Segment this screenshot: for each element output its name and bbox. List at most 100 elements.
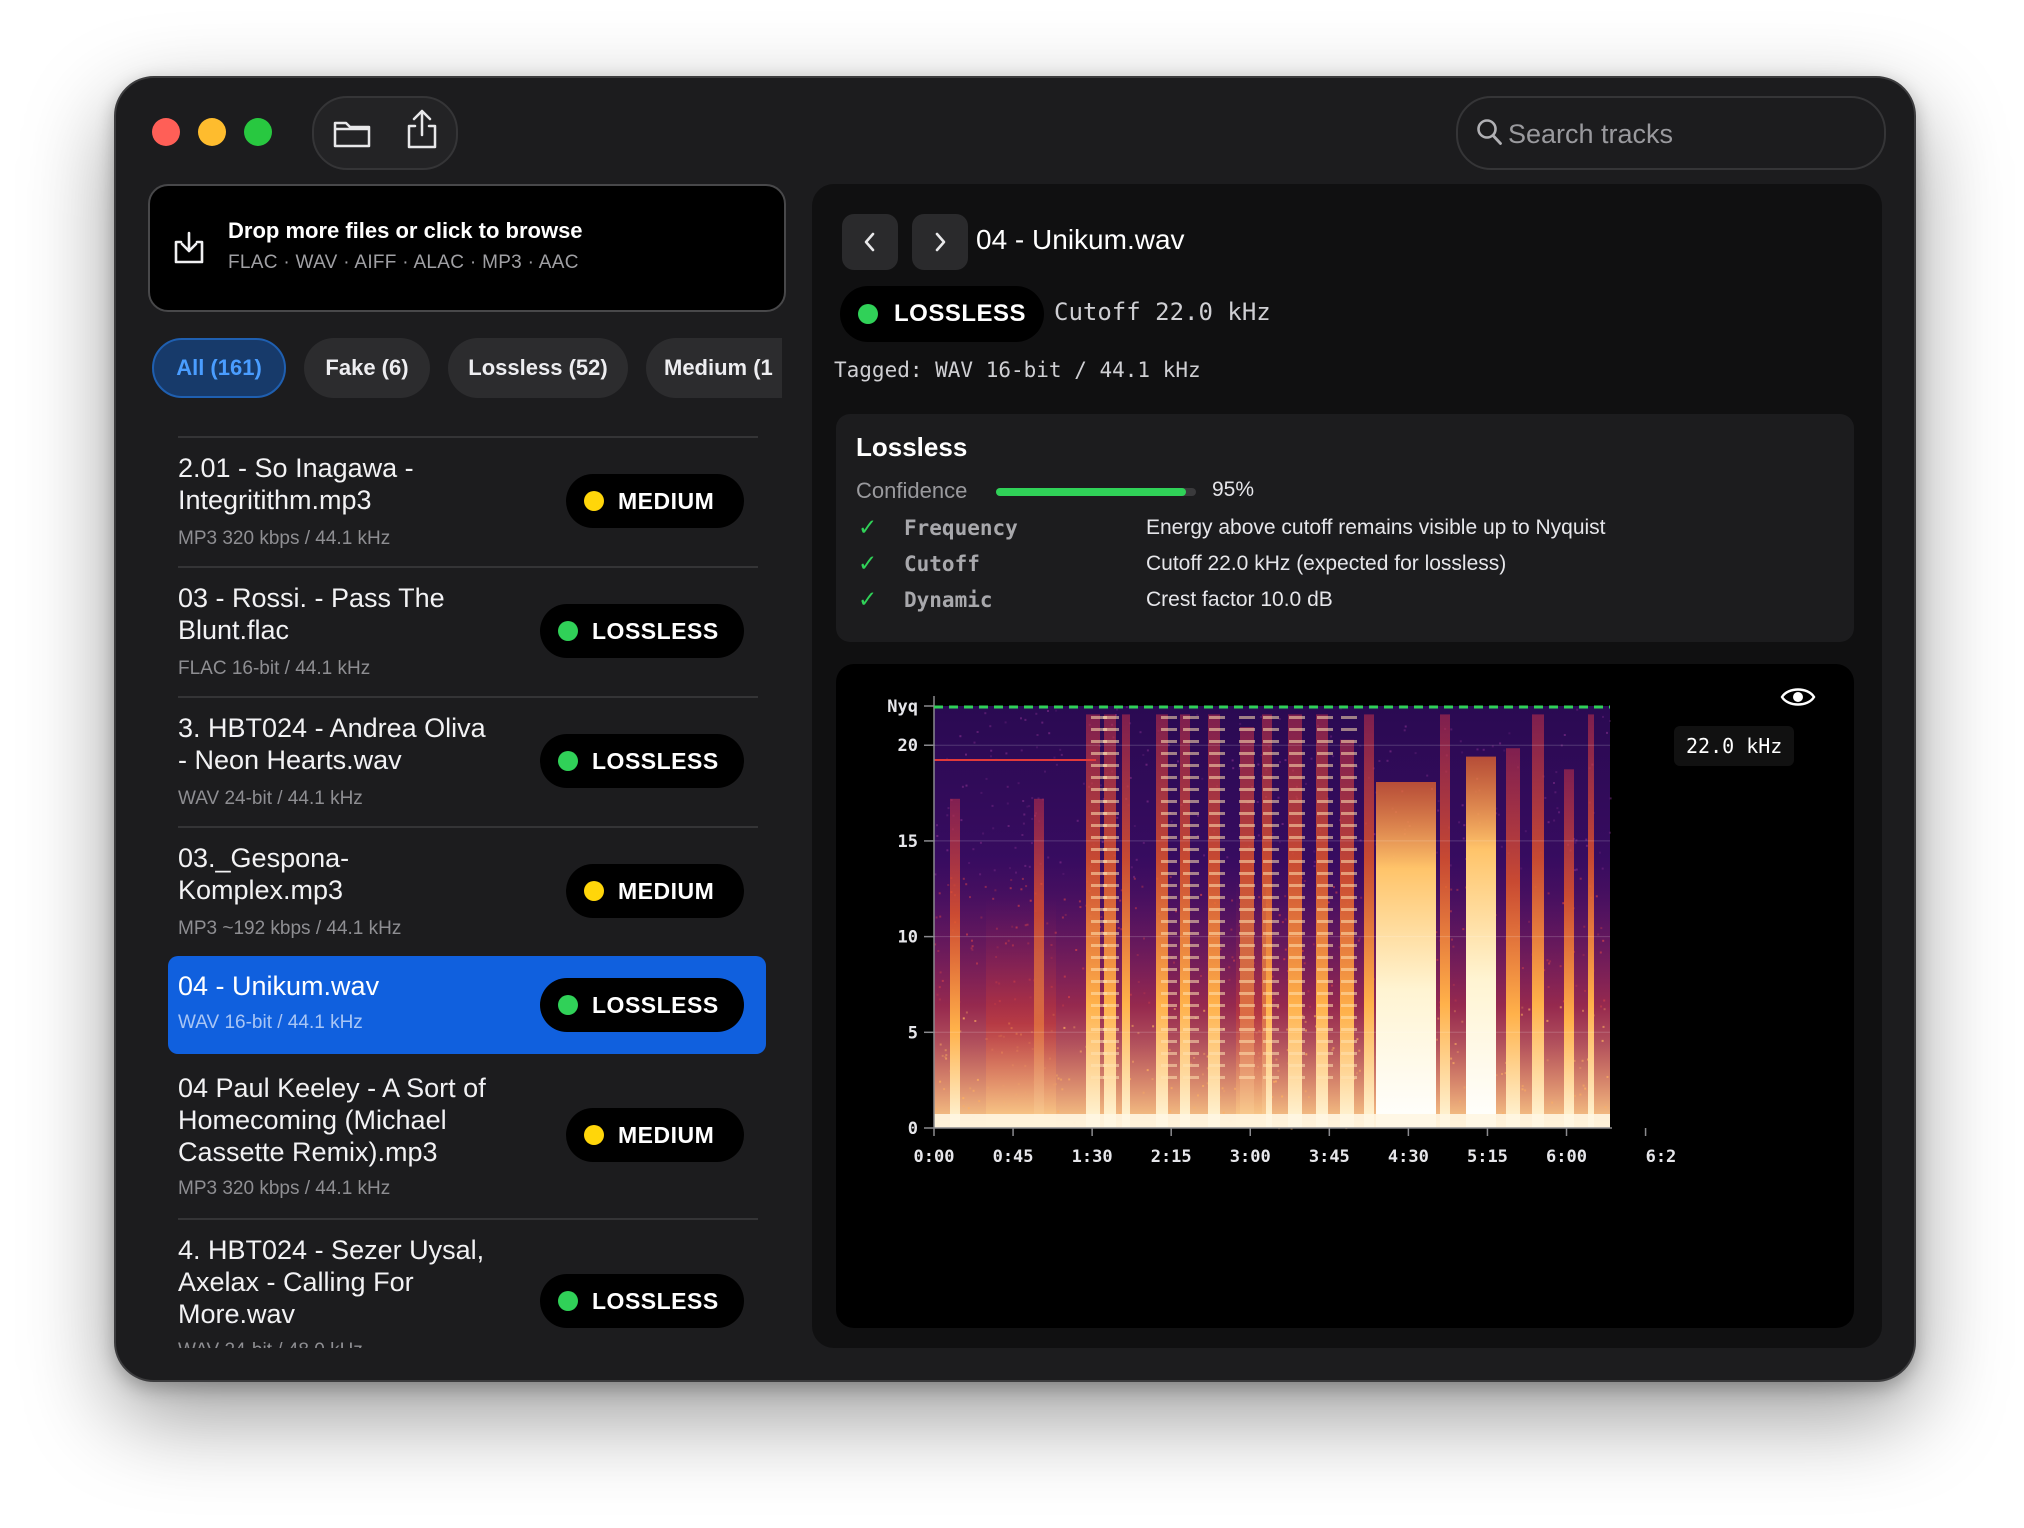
zoom-window-button[interactable] xyxy=(244,118,272,146)
noise-speckle xyxy=(969,896,971,899)
track-row-selected[interactable]: 04 - Unikum.wav WAV 16-bit / 44.1 kHz LO… xyxy=(178,956,758,1054)
transient-mark xyxy=(1317,824,1333,827)
cutoff-label: 22.0 kHz xyxy=(1674,726,1795,766)
transient-mark xyxy=(1239,944,1255,947)
noise-speckle xyxy=(1226,856,1229,859)
noise-speckle xyxy=(1358,937,1361,940)
transient-mark xyxy=(1209,920,1225,923)
transient-mark xyxy=(1103,1040,1119,1043)
transient-mark xyxy=(1103,992,1119,995)
verdict-card: Lossless Confidence 95% ✓ Frequency Ener… xyxy=(836,414,1854,642)
transient-mark xyxy=(1239,848,1255,851)
noise-speckle xyxy=(1573,1094,1576,1097)
noise-speckle xyxy=(1358,1069,1361,1072)
transient-mark xyxy=(1289,908,1305,911)
noise-speckle xyxy=(1520,867,1523,870)
transient-mark xyxy=(1209,932,1225,935)
status-dot xyxy=(584,491,604,511)
noise-speckle xyxy=(1028,865,1031,868)
noise-speckle xyxy=(976,731,979,733)
noise-speckle xyxy=(994,889,997,892)
transient-mark xyxy=(1209,764,1225,767)
track-row[interactable]: 2.01 - So Inagawa - Integritithm.mp3 MP3… xyxy=(178,436,758,566)
transient-mark xyxy=(1209,824,1225,827)
eye-icon[interactable] xyxy=(1780,684,1816,710)
noise-speckle xyxy=(1602,715,1604,718)
noise-speckle xyxy=(1582,1009,1584,1012)
noise-speckle xyxy=(991,804,994,807)
noise-speckle xyxy=(1303,880,1306,882)
previous-track-button[interactable] xyxy=(842,214,898,270)
track-name: 03._Gespona-Komplex.mp3 xyxy=(178,843,350,905)
transient-mark xyxy=(1183,800,1199,803)
noise-speckle xyxy=(1010,879,1013,881)
status-dot xyxy=(558,751,578,771)
track-list: 2.01 - So Inagawa - Integritithm.mp3 MP3… xyxy=(148,436,794,1348)
noise-speckle xyxy=(1017,782,1020,785)
transient-mark xyxy=(1161,848,1177,851)
drop-zone[interactable]: Drop more files or click to browse FLAC … xyxy=(148,184,786,312)
transient-mark xyxy=(1161,812,1177,815)
badge-label: MEDIUM xyxy=(618,487,715,514)
energy-band xyxy=(1440,714,1450,1128)
transient-mark xyxy=(1183,884,1199,887)
noise-speckle xyxy=(1079,1050,1082,1053)
next-track-button[interactable] xyxy=(912,214,968,270)
noise-speckle xyxy=(1360,896,1363,899)
check-key: Cutoff xyxy=(904,552,980,576)
track-row[interactable]: 03._Gespona-Komplex.mp3 MP3 ~192 kbps / … xyxy=(178,826,758,956)
transient-mark xyxy=(1183,1064,1199,1067)
track-name: 4. HBT024 - Sezer Uysal, Axelax - Callin… xyxy=(178,1235,485,1329)
noise-speckle xyxy=(1028,805,1031,808)
close-window-button[interactable] xyxy=(152,118,180,146)
confidence-value: 95% xyxy=(1212,478,1255,501)
noise-speckle xyxy=(1231,956,1234,959)
noise-speckle xyxy=(1497,813,1500,816)
filter-chips: All (161) Fake (6) Lossless (52) Medium … xyxy=(152,336,782,402)
noise-speckle xyxy=(1272,998,1275,1001)
noise-speckle xyxy=(967,1107,970,1110)
transient-mark xyxy=(1289,812,1305,815)
transient-mark xyxy=(1183,872,1199,875)
filter-all[interactable]: All (161) xyxy=(152,338,286,398)
noise-speckle xyxy=(1554,791,1557,794)
noise-speckle xyxy=(947,884,950,886)
transient-mark xyxy=(1209,740,1225,743)
noise-speckle xyxy=(1521,1085,1524,1087)
track-row[interactable]: 4. HBT024 - Sezer Uysal, Axelax - Callin… xyxy=(178,1218,758,1348)
transient-mark xyxy=(1161,764,1177,767)
noise-speckle xyxy=(972,1089,975,1092)
minimize-window-button[interactable] xyxy=(198,118,226,146)
transient-mark xyxy=(1103,860,1119,863)
transient-mark xyxy=(1209,968,1225,971)
noise-speckle xyxy=(990,755,992,758)
share-button[interactable] xyxy=(402,109,442,149)
filter-lossless[interactable]: Lossless (52) xyxy=(448,338,628,398)
noise-speckle xyxy=(1274,1080,1277,1083)
check-icon: ✓ xyxy=(858,514,878,540)
open-folder-button[interactable] xyxy=(332,115,372,151)
noise-speckle xyxy=(1053,756,1056,759)
noise-speckle xyxy=(979,873,982,876)
search-field[interactable]: Search tracks xyxy=(1456,96,1886,170)
quality-badge: LOSSLESS xyxy=(540,604,744,658)
track-row[interactable]: 04 Paul Keeley - A Sort of Homecoming (M… xyxy=(178,1058,758,1214)
transient-mark xyxy=(1317,896,1333,899)
noise-speckle xyxy=(1563,734,1566,736)
transient-mark xyxy=(1209,1076,1225,1079)
filter-medium[interactable]: Medium (1 xyxy=(646,338,782,398)
noise-speckle xyxy=(1462,928,1465,931)
bass-floor xyxy=(934,1114,1610,1128)
track-row[interactable]: 3. HBT024 - Andrea Oliva - Neon Hearts.w… xyxy=(178,696,758,826)
transient-mark xyxy=(1183,740,1199,743)
noise-speckle xyxy=(989,725,992,728)
noise-speckle xyxy=(1233,959,1236,962)
transient-mark xyxy=(1103,1028,1119,1031)
noise-speckle xyxy=(1231,899,1234,902)
noise-speckle xyxy=(1014,846,1017,849)
track-row[interactable]: 03 - Rossi. - Pass The Blunt.flac FLAC 1… xyxy=(178,566,758,696)
filter-fake[interactable]: Fake (6) xyxy=(304,338,430,398)
check-value: Crest factor 10.0 dB xyxy=(1146,588,1333,611)
transient-mark xyxy=(1183,1016,1199,1019)
noise-speckle xyxy=(1277,1069,1280,1072)
